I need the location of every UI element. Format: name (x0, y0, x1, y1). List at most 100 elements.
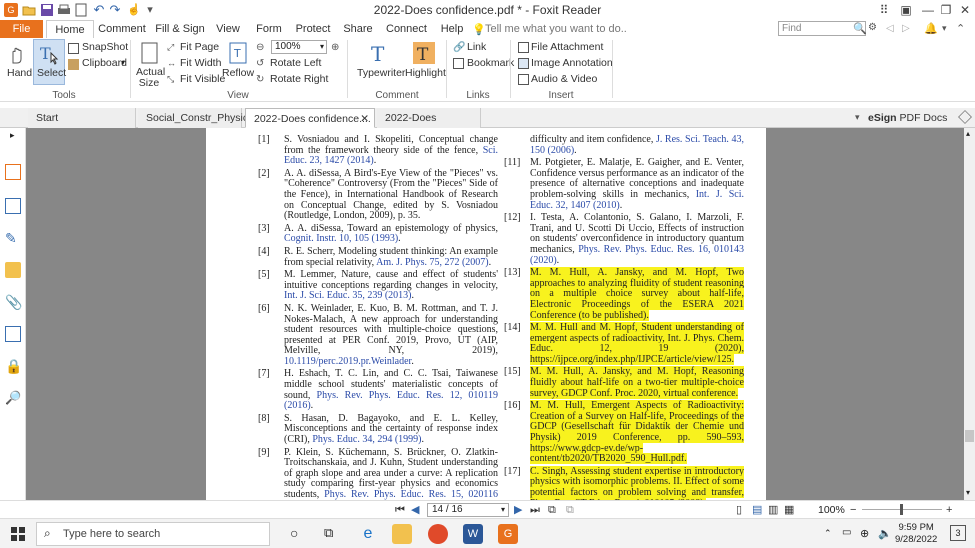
close-button[interactable]: ✕ (957, 2, 973, 18)
zoom-slider-thumb[interactable] (900, 504, 903, 515)
task-view-icon[interactable]: ○ (290, 525, 298, 541)
last-page-icon[interactable]: ⏭ (530, 503, 540, 517)
expand-panel-icon[interactable]: ▸ (10, 130, 15, 141)
battery-icon[interactable]: ▭ (842, 527, 851, 538)
continuous-icon[interactable]: ▤ (752, 503, 762, 517)
tab-fill-sign[interactable]: Fill & Sign (155, 20, 205, 38)
zoom-select[interactable]: 100% ▾ (271, 40, 327, 54)
tab-home[interactable]: Home (46, 20, 94, 38)
bookmark-button[interactable]: Bookmark (467, 57, 514, 69)
close-tab-icon[interactable]: ✕ (360, 109, 369, 129)
network-icon[interactable]: ⊕ (860, 527, 869, 540)
fit-visible-icon[interactable]: ⤡ (167, 74, 178, 85)
edge-icon[interactable]: e (358, 524, 378, 544)
doc-tab-social-constr[interactable]: Social_Constr_Physics... (138, 108, 262, 128)
page-number-input[interactable]: 14 / 16 ▾ (427, 503, 509, 517)
audio-video-button[interactable]: Audio & Video (531, 73, 597, 85)
esign-expand-icon[interactable] (958, 110, 972, 124)
windows-start-icon[interactable] (11, 527, 25, 541)
fit-width-icon[interactable]: ↔ (167, 58, 178, 69)
zoom-out-icon[interactable]: ⊖ (256, 42, 267, 53)
scroll-up-icon[interactable]: ▴ (966, 129, 970, 138)
rotate-view-icon[interactable]: ⧉ (548, 503, 556, 517)
reference-link[interactable]: Phys. Rev. Phys. Educ. Res. 12, 010119 (… (284, 390, 498, 412)
link-button[interactable]: Link (467, 41, 486, 53)
doc-tab-active[interactable]: 2022-Does confidence.... ✕ (245, 108, 375, 128)
file-explorer-icon[interactable] (392, 524, 412, 544)
tab-comment[interactable]: Comment (98, 20, 146, 38)
reference-link[interactable]: Phys. Educ. 34, 294 (1999) (312, 434, 421, 445)
layers-icon[interactable] (5, 198, 21, 214)
hand-icon[interactable] (7, 43, 29, 65)
find-options-icon[interactable]: ⚙ (868, 22, 877, 33)
tab-file[interactable]: File (0, 20, 43, 38)
zoom-out-status-icon[interactable]: − (850, 503, 856, 517)
tab-help[interactable]: Help (438, 20, 466, 38)
link-icon[interactable]: 🔗 (453, 42, 465, 53)
widgets-icon[interactable]: ⧉ (324, 525, 333, 541)
system-clock[interactable]: 9:59 PM 9/28/2022 (895, 522, 937, 546)
fit-visible-button[interactable]: Fit Visible (180, 73, 225, 85)
security-doc-icon[interactable] (5, 326, 21, 342)
snapshot-button[interactable]: SnapShot (82, 41, 128, 53)
hand-label[interactable]: Hand (7, 67, 32, 79)
tray-chevron-icon[interactable]: ⌃ (824, 528, 832, 539)
select-text-icon[interactable]: T (38, 43, 60, 65)
pages-icon[interactable] (5, 164, 21, 180)
prev-page-icon[interactable]: ◀ (411, 503, 419, 517)
rotate-right-icon[interactable]: ↻ (256, 74, 267, 85)
tab-protect[interactable]: Protect (294, 20, 332, 38)
signature-icon[interactable]: ✎ (5, 230, 21, 246)
doc-tab-2022[interactable]: 2022-Does confidenc... (377, 108, 481, 144)
zoom-level[interactable]: 100% (818, 503, 845, 517)
search-pages-icon[interactable]: 🔎 (5, 390, 21, 406)
fit-page-button[interactable]: Fit Page (180, 41, 219, 53)
continuous-facing-icon[interactable]: ▦ (784, 503, 794, 517)
image-annotation-button[interactable]: Image Annotation (531, 57, 613, 69)
find-prev-icon[interactable]: ◁ (886, 23, 894, 34)
comments-icon[interactable] (5, 262, 21, 278)
attachments-icon[interactable]: 📎 (5, 294, 22, 310)
snapshot-icon[interactable] (68, 43, 79, 54)
reflow-button[interactable]: Reflow (222, 67, 254, 79)
scroll-thumb[interactable] (965, 430, 974, 442)
typewriter-icon[interactable]: T (368, 42, 390, 66)
audio-video-icon[interactable] (518, 74, 529, 85)
tell-me-search[interactable]: Tell me what you want to do.. (485, 20, 627, 38)
bell-chevron-icon[interactable]: ▾ (942, 23, 947, 34)
foxit-taskbar-icon[interactable]: G (498, 524, 518, 544)
file-attachment-button[interactable]: File Attachment (531, 41, 603, 53)
tab-view[interactable]: View (212, 20, 244, 38)
rotate-left-button[interactable]: Rotate Left (270, 57, 321, 69)
lock-icon[interactable]: 🔒 (5, 358, 22, 374)
reflow-icon[interactable]: T (227, 42, 249, 64)
ribbon-toggle-icon[interactable]: ▣ (898, 2, 914, 18)
fit-page-icon[interactable]: ⤢ (167, 42, 178, 53)
zoom-in-icon[interactable]: ⊕ (331, 42, 342, 53)
taskbar-search[interactable]: Type here to search (36, 522, 270, 546)
actual-size-icon[interactable] (139, 42, 161, 64)
esign-link[interactable]: eSign PDF Docs (868, 108, 947, 128)
facing-icon[interactable]: ▥ (768, 503, 778, 517)
reference-link[interactable]: Cognit. Instr. 10, 105 (1993) (284, 233, 398, 245)
extract-icon[interactable]: ⧉ (566, 503, 574, 517)
word-icon[interactable]: W (463, 524, 483, 544)
file-attachment-icon[interactable] (518, 42, 529, 53)
single-page-icon[interactable]: ▯ (736, 503, 742, 517)
volume-icon[interactable]: 🔈 (878, 527, 892, 540)
tab-connect[interactable]: Connect (386, 20, 427, 38)
fit-width-button[interactable]: Fit Width (180, 57, 221, 69)
reference-link[interactable]: Am. J. Phys. 75, 272 (2007) (376, 257, 489, 268)
find-search-icon[interactable]: 🔍 (853, 22, 867, 35)
layout-icon[interactable]: ⠿ (876, 2, 892, 18)
find-next-icon[interactable]: ▷ (902, 23, 910, 34)
highlight-icon[interactable]: T (413, 42, 435, 65)
scroll-down-icon[interactable]: ▾ (966, 488, 970, 497)
typewriter-button[interactable]: Typewriter (357, 67, 405, 79)
select-label[interactable]: Select (37, 67, 66, 79)
first-page-icon[interactable]: ⏮ (395, 503, 405, 517)
clipboard-chevron-icon[interactable]: ▾ (121, 58, 125, 67)
chrome-icon[interactable] (428, 524, 448, 544)
minimize-button[interactable]: — (920, 2, 936, 18)
document-viewport[interactable]: [1] S. Vosniadou and I. Skopeliti, Concep… (26, 128, 964, 500)
